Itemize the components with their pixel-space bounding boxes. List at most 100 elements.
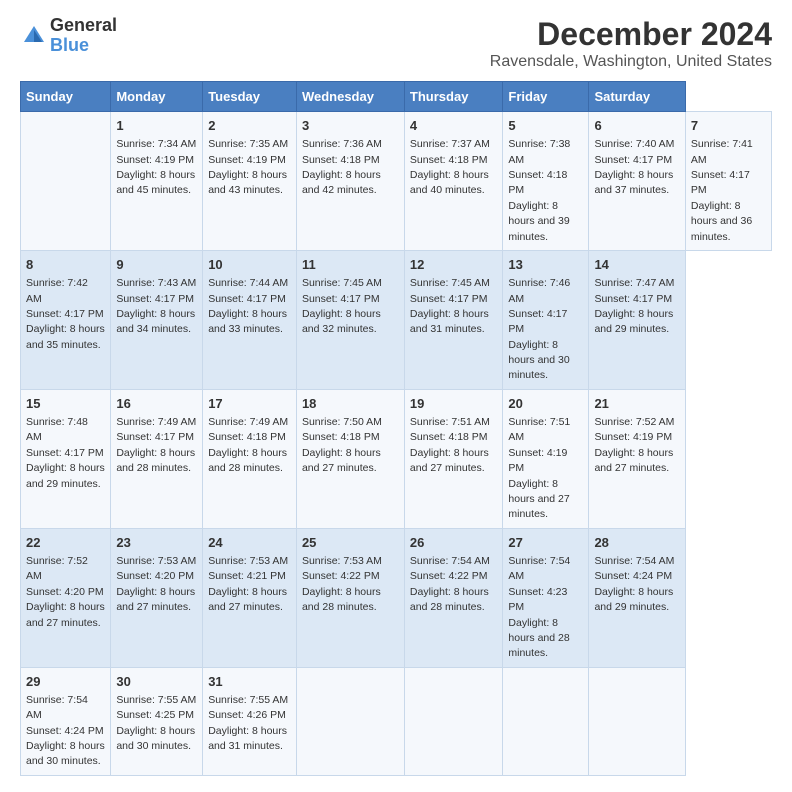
day-number: 27 [508,534,583,552]
logo: General Blue [20,16,117,56]
calendar-cell: 20Sunrise: 7:51 AMSunset: 4:19 PMDayligh… [503,389,589,528]
day-number: 21 [594,395,679,413]
sunset-info: Sunset: 4:18 PM [410,154,488,166]
day-number: 8 [26,256,105,274]
day-number: 2 [208,117,291,135]
calendar-cell: 13Sunrise: 7:46 AMSunset: 4:17 PMDayligh… [503,250,589,389]
day-number: 7 [691,117,766,135]
sunset-info: Sunset: 4:17 PM [691,169,750,196]
sunrise-info: Sunrise: 7:52 AM [26,555,88,582]
day-number: 3 [302,117,399,135]
calendar-cell: 9Sunrise: 7:43 AMSunset: 4:17 PMDaylight… [111,250,203,389]
sunrise-info: Sunrise: 7:36 AM [302,138,382,150]
day-number: 5 [508,117,583,135]
daylight-info: Daylight: 8 hours and 37 minutes. [594,169,673,196]
sunset-info: Sunset: 4:19 PM [594,431,672,443]
logo-icon [20,22,48,50]
day-number: 23 [116,534,197,552]
sunset-info: Sunset: 4:17 PM [594,293,672,305]
sunrise-info: Sunrise: 7:52 AM [594,416,674,428]
calendar-cell: 29Sunrise: 7:54 AMSunset: 4:24 PMDayligh… [21,667,111,775]
daylight-info: Daylight: 8 hours and 43 minutes. [208,169,287,196]
daylight-info: Daylight: 8 hours and 29 minutes. [26,462,105,489]
day-number: 31 [208,673,291,691]
sunset-info: Sunset: 4:19 PM [508,447,567,474]
calendar-cell [404,667,502,775]
sunrise-info: Sunrise: 7:42 AM [26,277,88,304]
sunrise-info: Sunrise: 7:41 AM [691,138,753,165]
day-number: 20 [508,395,583,413]
header-cell-friday: Friday [503,82,589,112]
day-number: 28 [594,534,679,552]
calendar-cell [589,667,685,775]
header-cell-saturday: Saturday [589,82,685,112]
calendar-cell: 24Sunrise: 7:53 AMSunset: 4:21 PMDayligh… [203,528,297,667]
sunset-info: Sunset: 4:17 PM [208,293,286,305]
daylight-info: Daylight: 8 hours and 30 minutes. [26,740,105,767]
calendar-cell: 26Sunrise: 7:54 AMSunset: 4:22 PMDayligh… [404,528,502,667]
daylight-info: Daylight: 8 hours and 30 minutes. [508,339,569,382]
sunset-info: Sunset: 4:17 PM [116,431,194,443]
week-row-4: 22Sunrise: 7:52 AMSunset: 4:20 PMDayligh… [21,528,772,667]
sunset-info: Sunset: 4:17 PM [410,293,488,305]
daylight-info: Daylight: 8 hours and 31 minutes. [208,725,287,752]
daylight-info: Daylight: 8 hours and 29 minutes. [594,586,673,613]
sunset-info: Sunset: 4:22 PM [410,570,488,582]
daylight-info: Daylight: 8 hours and 32 minutes. [302,308,381,335]
calendar-cell: 23Sunrise: 7:53 AMSunset: 4:20 PMDayligh… [111,528,203,667]
logo-general: General [50,16,117,36]
sunset-info: Sunset: 4:18 PM [508,169,567,196]
sunset-info: Sunset: 4:25 PM [116,709,194,721]
logo-blue: Blue [50,36,117,56]
daylight-info: Daylight: 8 hours and 27 minutes. [302,447,381,474]
daylight-info: Daylight: 8 hours and 40 minutes. [410,169,489,196]
calendar-cell: 27Sunrise: 7:54 AMSunset: 4:23 PMDayligh… [503,528,589,667]
day-number: 15 [26,395,105,413]
daylight-info: Daylight: 8 hours and 27 minutes. [508,478,569,521]
calendar-cell [503,667,589,775]
daylight-info: Daylight: 8 hours and 28 minutes. [208,447,287,474]
calendar-cell: 12Sunrise: 7:45 AMSunset: 4:17 PMDayligh… [404,250,502,389]
sunset-info: Sunset: 4:18 PM [302,154,380,166]
sunset-info: Sunset: 4:24 PM [594,570,672,582]
day-number: 12 [410,256,497,274]
calendar-cell: 1Sunrise: 7:34 AMSunset: 4:19 PMDaylight… [111,112,203,251]
daylight-info: Daylight: 8 hours and 27 minutes. [208,586,287,613]
day-number: 18 [302,395,399,413]
week-row-3: 15 Sunrise: 7:48 AM Sunset: 4:17 PM Dayligh… [21,389,772,528]
day-number: 17 [208,395,291,413]
sunrise-info: Sunrise: 7:38 AM [508,138,570,165]
sunrise-info: Sunrise: 7:54 AM [26,694,88,721]
sunrise-info: Sunrise: 7:44 AM [208,277,288,289]
daylight-info: Daylight: 8 hours and 45 minutes. [116,169,195,196]
calendar-cell: 3Sunrise: 7:36 AMSunset: 4:18 PMDaylight… [296,112,404,251]
day-number: 29 [26,673,105,691]
daylight-info: Daylight: 8 hours and 27 minutes. [594,447,673,474]
day-number: 16 [116,395,197,413]
calendar-cell: 17Sunrise: 7:49 AMSunset: 4:18 PMDayligh… [203,389,297,528]
sunrise-info: Sunrise: 7:54 AM [508,555,570,582]
sunset-info: Sunset: 4:17 PM [302,293,380,305]
daylight-info: Daylight: 8 hours and 34 minutes. [116,308,195,335]
daylight-info: Daylight: 8 hours and 28 minutes. [508,617,569,660]
sunrise-info: Sunrise: 7:54 AM [410,555,490,567]
week-row-5: 29Sunrise: 7:54 AMSunset: 4:24 PMDayligh… [21,667,772,775]
calendar-cell: 22Sunrise: 7:52 AMSunset: 4:20 PMDayligh… [21,528,111,667]
calendar-cell: 30Sunrise: 7:55 AMSunset: 4:25 PMDayligh… [111,667,203,775]
calendar-table: SundayMondayTuesdayWednesdayThursdayFrid… [20,81,772,776]
calendar-cell: 6Sunrise: 7:40 AMSunset: 4:17 PMDaylight… [589,112,685,251]
sunrise-info: Sunrise: 7:53 AM [208,555,288,567]
sunset-info: Sunset: 4:18 PM [410,431,488,443]
sunrise-info: Sunrise: 7:48 AM [26,416,88,443]
sunrise-info: Sunrise: 7:54 AM [594,555,674,567]
week-row-1: 1Sunrise: 7:34 AMSunset: 4:19 PMDaylight… [21,112,772,251]
daylight-info: Daylight: 8 hours and 27 minutes. [26,601,105,628]
sunrise-info: Sunrise: 7:35 AM [208,138,288,150]
sunrise-info: Sunrise: 7:49 AM [208,416,288,428]
sunset-info: Sunset: 4:17 PM [508,308,567,335]
day-number: 30 [116,673,197,691]
header-cell-thursday: Thursday [404,82,502,112]
daylight-info: Daylight: 8 hours and 27 minutes. [410,447,489,474]
daylight-info: Daylight: 8 hours and 36 minutes. [691,200,752,243]
sunrise-info: Sunrise: 7:55 AM [208,694,288,706]
